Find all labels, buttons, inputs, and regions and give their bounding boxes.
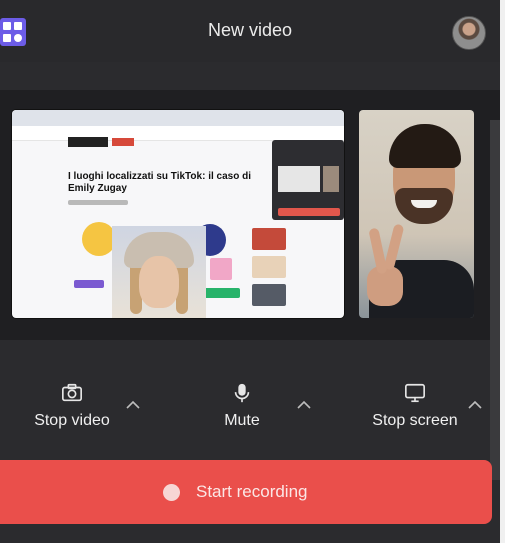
article-photo (112, 226, 206, 318)
top-bar: New video (0, 0, 500, 62)
start-recording-button[interactable]: Start recording (0, 460, 492, 524)
camera-preview (359, 110, 474, 318)
screen-share-preview: I luoghi localizzati su TikTok: il caso … (12, 110, 344, 318)
monitor-icon (405, 383, 425, 403)
record-dot-icon (163, 484, 180, 501)
stop-screen-button[interactable]: Stop screen (355, 382, 475, 438)
site-nav (12, 126, 344, 141)
recorder-popup-preview (272, 140, 344, 220)
sidebar-thumbnail (252, 228, 286, 250)
recorder-window: New video I luoghi localizzati su TikTok… (0, 0, 500, 543)
sidebar-thumbnail (252, 256, 286, 278)
site-logo (68, 137, 108, 147)
video-options-chevron-icon[interactable] (125, 400, 141, 410)
decorative-bubble (82, 222, 116, 256)
browser-toolbar (12, 110, 344, 126)
bottom-strip (0, 524, 500, 543)
start-recording-label: Start recording (196, 482, 308, 501)
stop-screen-label: Stop screen (372, 412, 458, 429)
decorative-tag (202, 288, 240, 298)
stop-video-button[interactable]: Stop video (12, 382, 132, 438)
user-avatar[interactable] (452, 16, 486, 50)
mute-button[interactable]: Mute (182, 382, 302, 438)
microphone-icon (234, 383, 250, 403)
stop-video-label: Stop video (34, 412, 110, 429)
sidebar-thumbnail (252, 284, 286, 306)
screen-options-chevron-icon[interactable] (467, 400, 483, 410)
camera-icon (62, 383, 82, 402)
mute-label: Mute (224, 412, 260, 429)
decorative-tag (74, 280, 104, 288)
author-line (68, 200, 128, 205)
site-logo-accent (112, 138, 134, 146)
scrollbar[interactable] (490, 120, 500, 480)
audio-options-chevron-icon[interactable] (296, 400, 312, 410)
decorative-tag (210, 258, 232, 280)
app-logo-icon[interactable] (0, 18, 26, 46)
article-headline: I luoghi localizzati su TikTok: il caso … (68, 171, 251, 194)
window-title: New video (207, 20, 293, 40)
